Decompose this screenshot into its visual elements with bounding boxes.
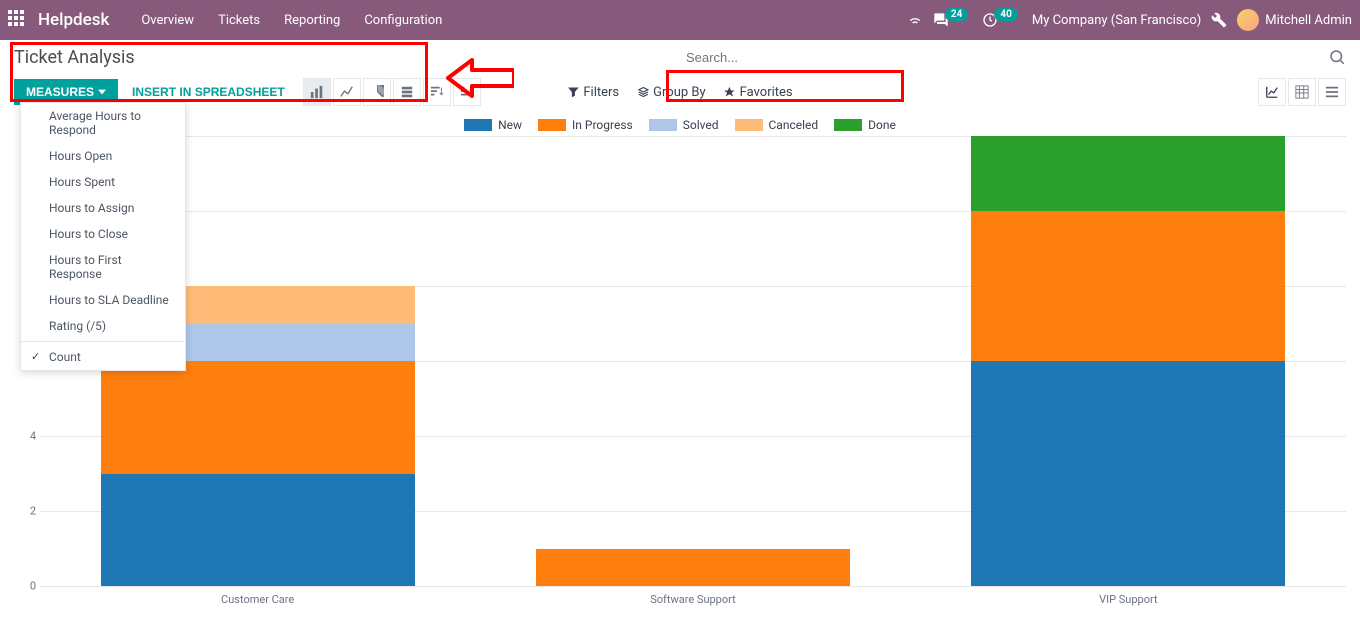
measure-item[interactable]: Hours to Close (21, 221, 185, 247)
bar-segment[interactable] (536, 549, 850, 587)
chart-area: 024681012Customer CareSoftware SupportVI… (0, 136, 1360, 614)
search-box[interactable] (686, 48, 1346, 66)
measure-item[interactable]: Hours to Assign (21, 195, 185, 221)
bar-segment[interactable] (971, 361, 1285, 586)
bar-segment[interactable] (101, 361, 415, 474)
avatar (1237, 9, 1259, 31)
bar-segment[interactable] (971, 136, 1285, 211)
annotation-box (10, 42, 428, 102)
chat-icon[interactable]: 24 (933, 12, 972, 28)
measure-count[interactable]: Count (21, 344, 185, 370)
chart-legend: New In Progress Solved Canceled Done (0, 110, 1360, 136)
bar-segment[interactable] (101, 474, 415, 587)
clock-icon[interactable]: 40 (982, 12, 1021, 28)
measure-item[interactable]: Rating (/5) (21, 313, 185, 339)
topbar: Helpdesk Overview Tickets Reporting Conf… (0, 0, 1360, 40)
legend-item[interactable]: New (464, 118, 522, 132)
filters-button[interactable]: Filters (567, 85, 619, 100)
bar-segment[interactable] (971, 211, 1285, 361)
nav-tickets[interactable]: Tickets (206, 13, 272, 28)
legend-item[interactable]: Canceled (735, 118, 819, 132)
measure-item[interactable]: Hours Open (21, 143, 185, 169)
legend-item[interactable]: In Progress (538, 118, 633, 132)
apps-icon[interactable] (8, 10, 28, 30)
measure-item[interactable]: Hours to SLA Deadline (21, 287, 185, 313)
pivot-view-icon[interactable] (1288, 78, 1316, 106)
list-view-icon[interactable] (1318, 78, 1346, 106)
legend-item[interactable]: Solved (649, 118, 719, 132)
measure-item[interactable]: Average Hours to Respond (21, 103, 185, 143)
wifi-icon[interactable] (907, 12, 923, 28)
user-name: Mitchell Admin (1265, 13, 1352, 28)
tools-icon[interactable] (1211, 12, 1227, 28)
measure-item[interactable]: Hours to First Response (21, 247, 185, 287)
annotation-arrow-icon (444, 56, 514, 100)
chat-badge: 24 (945, 8, 968, 21)
user-menu[interactable]: Mitchell Admin (1237, 9, 1352, 31)
search-input[interactable] (686, 50, 1328, 65)
nav-reporting[interactable]: Reporting (272, 13, 352, 28)
measure-item[interactable]: Hours Spent (21, 169, 185, 195)
graph-view-icon[interactable] (1258, 78, 1286, 106)
annotation-box (666, 70, 904, 102)
brand: Helpdesk (38, 10, 109, 30)
clock-badge: 40 (994, 8, 1017, 21)
search-icon[interactable] (1328, 48, 1346, 66)
measures-dropdown: Average Hours to Respond Hours Open Hour… (20, 102, 186, 371)
legend-item[interactable]: Done (834, 118, 896, 132)
company-name[interactable]: My Company (San Francisco) (1032, 13, 1201, 28)
nav-overview[interactable]: Overview (129, 13, 206, 28)
nav-configuration[interactable]: Configuration (352, 13, 454, 28)
